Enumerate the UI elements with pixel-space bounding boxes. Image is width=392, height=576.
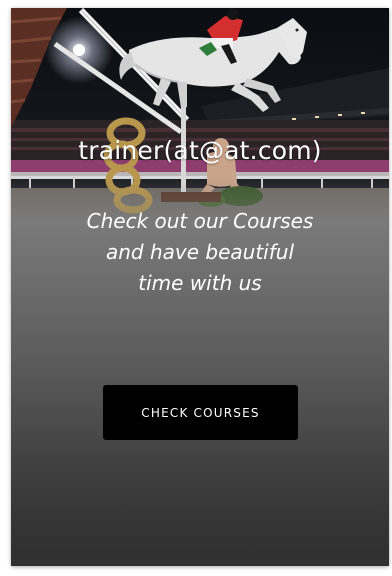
tagline-line-2: and have beautiful <box>105 240 295 264</box>
check-courses-button[interactable]: CHECK COURSES <box>103 385 298 440</box>
trainer-email: trainer(at@at.com) <box>78 136 322 165</box>
tagline-line-1: Check out our Courses <box>86 209 314 233</box>
tagline-line-3: time with us <box>138 271 262 295</box>
hero-card: trainer(at@at.com) Check out our Courses… <box>11 8 389 566</box>
hero-tagline: Check out our Courses and have beautiful… <box>41 206 359 299</box>
